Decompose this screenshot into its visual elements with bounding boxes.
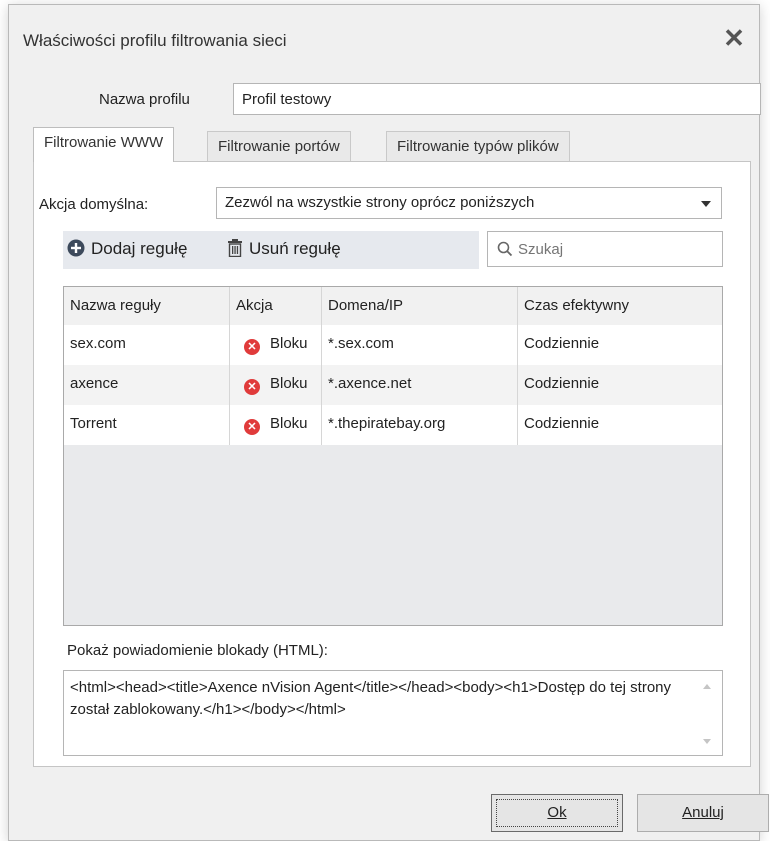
remove-rule-label: Usuń regułę [249, 239, 341, 258]
table-row[interactable]: sex.com ✕ Bloku *.sex.com Codziennie [64, 325, 722, 365]
profile-name-input[interactable] [233, 83, 761, 115]
rule-name-cell: Torrent [64, 405, 230, 445]
cancel-button[interactable]: Anuluj [637, 794, 769, 832]
rule-action-text: Bloku [270, 415, 308, 432]
table-row[interactable]: Torrent ✕ Bloku *.thepiratebay.org Codzie… [64, 405, 722, 445]
default-action-value: Zezwól na wszystkie strony oprócz poniżs… [225, 194, 535, 211]
default-action-label: Akcja domyślna: [39, 196, 149, 213]
table-row[interactable]: axence ✕ Bloku *.axence.net Codziennie [64, 365, 722, 405]
rule-action-cell: ✕ Bloku [230, 405, 322, 445]
rule-time-cell: Codziennie [524, 375, 600, 392]
add-rule-label: Dodaj regułę [91, 239, 188, 258]
rule-domain-cell: *.axence.net [322, 365, 518, 405]
tab-file-type-filtering[interactable]: Filtrowanie typów plików [386, 131, 570, 161]
window-title: Właściwości profilu filtrowania sieci [23, 31, 287, 50]
scroll-up-icon[interactable] [703, 684, 711, 689]
notification-scrollbar[interactable] [695, 672, 721, 754]
scroll-down-icon[interactable] [703, 739, 711, 744]
trash-icon [227, 239, 243, 262]
close-icon[interactable]: ✕ [719, 23, 749, 53]
notification-html-field[interactable]: <html><head><title>Axence nVision Agent<… [63, 670, 723, 756]
column-header-effective-time[interactable]: Czas efektywny [518, 287, 722, 325]
column-header-domain[interactable]: Domena/IP [322, 287, 518, 325]
rule-name-cell: axence [64, 365, 230, 405]
rule-action-text: Bloku [270, 335, 308, 352]
profile-name-label: Nazwa profilu [99, 91, 190, 108]
column-header-action[interactable]: Akcja [230, 287, 322, 325]
rule-action-cell: ✕ Bloku [230, 365, 322, 405]
rule-domain-cell: *.sex.com [322, 325, 518, 365]
remove-rule-button[interactable]: Usuń regułę [227, 239, 341, 262]
block-x-icon: ✕ [244, 339, 260, 355]
rule-name-cell: sex.com [64, 325, 230, 365]
plus-circle-icon [67, 239, 85, 262]
rule-action-text: Bloku [270, 375, 308, 392]
profile-name-row: Nazwa profilu [9, 83, 761, 117]
rules-toolbar: Dodaj regułę Usuń regułę [63, 231, 479, 269]
focus-ring [496, 799, 618, 827]
column-header-rule-name[interactable]: Nazwa reguły [64, 287, 230, 325]
default-action-select[interactable]: Zezwól na wszystkie strony oprócz poniżs… [216, 187, 722, 219]
table-header: Nazwa reguły Akcja Domena/IP Czas efekty… [64, 287, 722, 326]
cancel-button-label: Anuluj [682, 804, 724, 821]
rule-action-cell: ✕ Bloku [230, 325, 322, 365]
ok-button[interactable]: Ok [491, 794, 623, 832]
search-input[interactable] [487, 231, 723, 267]
rule-time-cell: Codziennie [524, 415, 600, 432]
rules-table: Nazwa reguły Akcja Domena/IP Czas efekty… [63, 286, 723, 626]
add-rule-button[interactable]: Dodaj regułę [67, 239, 187, 262]
rule-domain-cell: *.thepiratebay.org [322, 405, 518, 445]
block-x-icon: ✕ [244, 419, 260, 435]
title-bar: Właściwości profilu filtrowania sieci ✕ [9, 5, 759, 67]
rule-time-cell: Codziennie [524, 335, 600, 352]
tab-port-filtering[interactable]: Filtrowanie portów [207, 131, 351, 161]
notification-label: Pokaż powiadomienie blokady (HTML): [67, 642, 328, 659]
tab-web-filtering[interactable]: Filtrowanie WWW [33, 127, 175, 162]
chevron-down-icon [701, 201, 711, 207]
search-icon [497, 241, 513, 261]
block-x-icon: ✕ [244, 379, 260, 395]
dialog-window: Właściwości profilu filtrowania sieci ✕ … [8, 4, 769, 841]
